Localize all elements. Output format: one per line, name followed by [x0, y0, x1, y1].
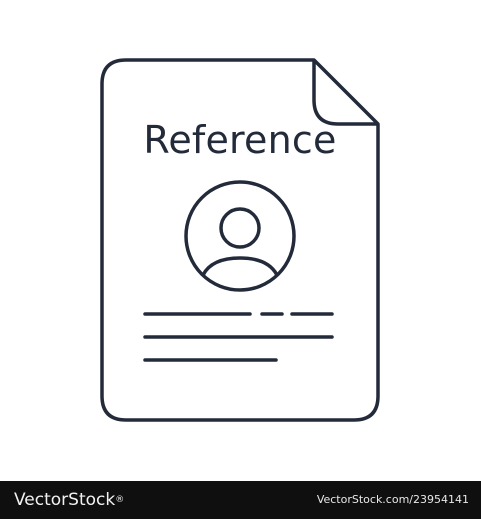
reference-document-icon: [100, 58, 380, 422]
registered-mark: ®: [115, 495, 125, 505]
brand-logo: VectorStock®: [14, 490, 124, 510]
document-outline: [100, 58, 380, 422]
watermark-footer: VectorStock® VectorStock.com/23954141: [0, 481, 481, 519]
avatar-head-icon: [219, 207, 261, 249]
avatar-shoulders-icon: [201, 256, 279, 277]
document-title: Reference: [143, 118, 337, 162]
stock-id-text: VectorStock.com/23954141: [316, 493, 469, 506]
brand-name: VectorStock: [14, 490, 116, 510]
image-canvas: Reference: [0, 0, 481, 481]
